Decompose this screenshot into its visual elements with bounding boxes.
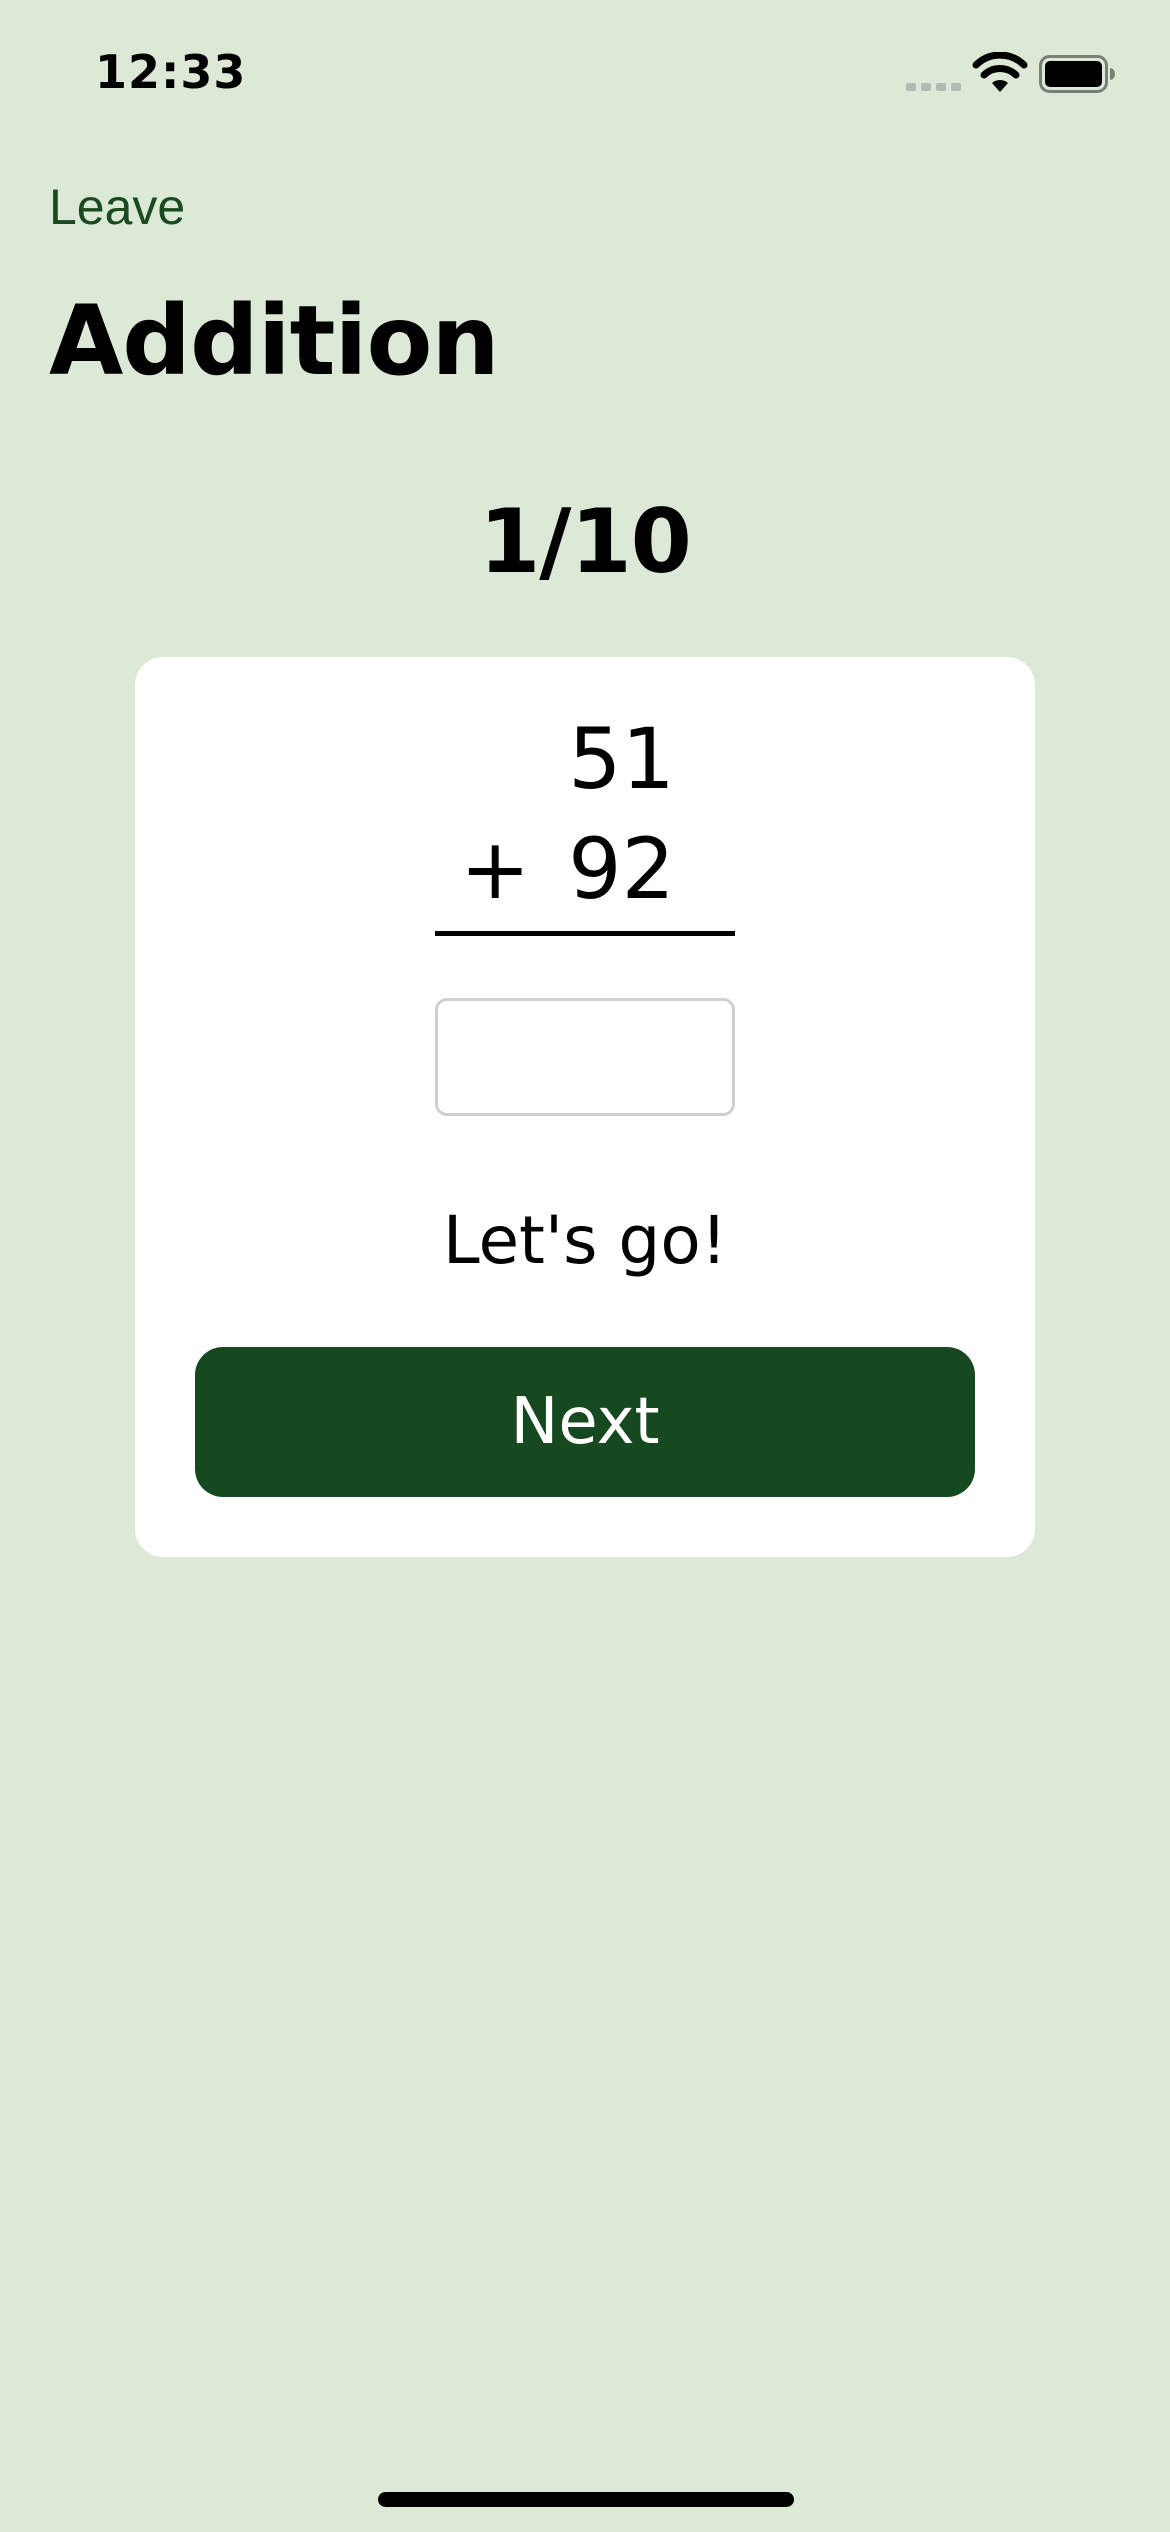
operand-bottom-value: 92 [568, 820, 675, 918]
battery-icon [1039, 55, 1115, 93]
signal-icon [906, 83, 961, 91]
progress-counter: 1/10 [479, 490, 692, 593]
sum-line [435, 931, 735, 936]
next-button[interactable]: Next [195, 1347, 975, 1497]
status-time: 12:33 [95, 45, 247, 99]
question-card: 51 + 92 Let's go! Next [135, 657, 1035, 1557]
leave-button[interactable]: Leave [49, 178, 185, 236]
answer-input[interactable] [435, 998, 735, 1116]
status-bar: 12:33 [0, 0, 1170, 140]
operator-sign: + [460, 820, 531, 918]
wifi-icon [972, 52, 1028, 92]
page-title: Addition [49, 285, 500, 397]
home-indicator [378, 2492, 794, 2507]
operand-top-value: 51 [568, 710, 675, 808]
feedback-message: Let's go! [442, 1202, 728, 1279]
